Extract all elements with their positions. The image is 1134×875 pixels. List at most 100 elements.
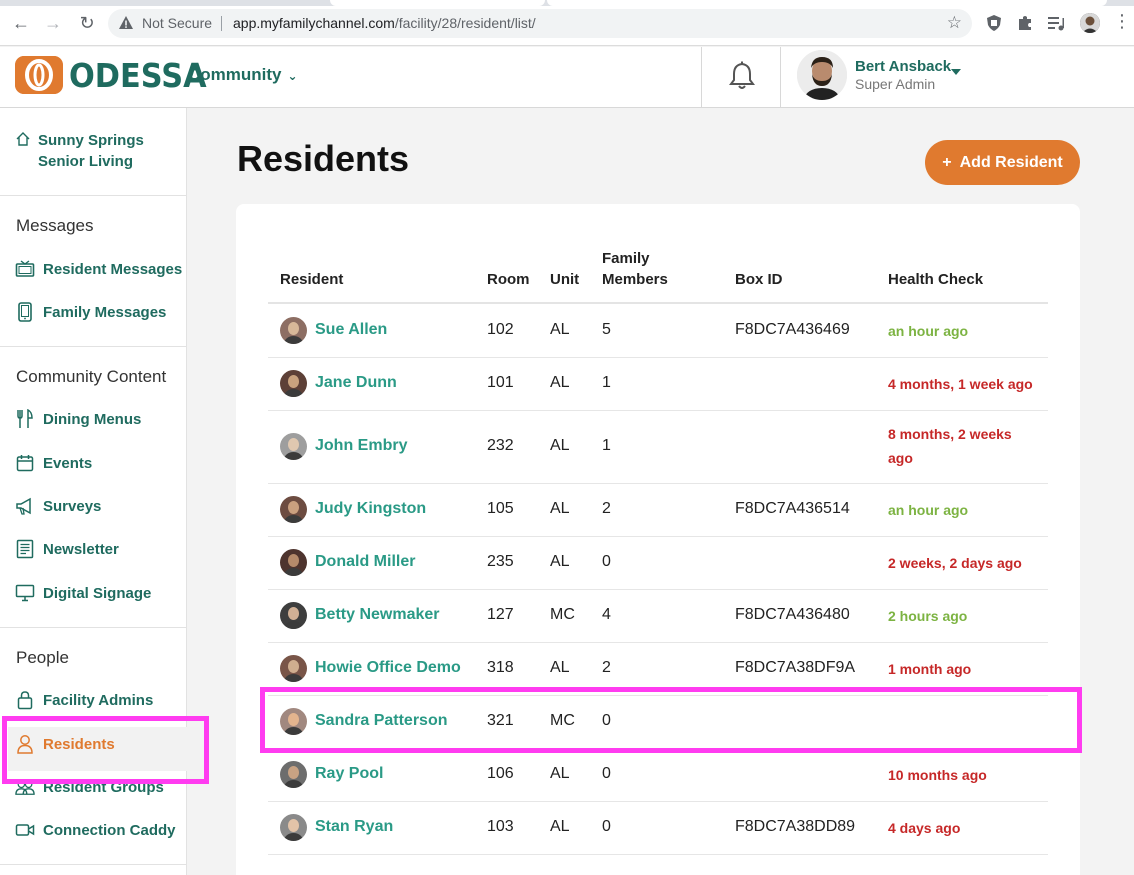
utensils-icon xyxy=(15,409,35,429)
row-divider xyxy=(268,536,1048,537)
url-text: app.myfamilychannel.com/facility/28/resi… xyxy=(233,15,536,31)
row-divider xyxy=(268,854,1048,855)
room-cell: 102 xyxy=(487,320,514,338)
forward-icon[interactable]: → xyxy=(42,12,64,34)
health-check-status: 10 months ago xyxy=(888,766,987,783)
resident-name-link[interactable]: Betty Newmaker xyxy=(315,606,440,624)
resident-avatar xyxy=(280,761,307,788)
family-members-cell: 1 xyxy=(602,373,611,391)
resident-name-link[interactable]: Sue Allen xyxy=(315,321,387,339)
family-members-cell: 0 xyxy=(602,764,611,782)
unit-cell: AL xyxy=(550,658,570,676)
sidebar-item-resident-messages[interactable]: Resident Messages xyxy=(15,257,185,281)
resident-name-link[interactable]: Jane Dunn xyxy=(315,374,397,392)
column-header-box-id[interactable]: Box ID xyxy=(735,269,783,290)
home-icon xyxy=(16,132,30,146)
family-members-cell: 5 xyxy=(602,320,611,338)
reload-icon[interactable]: ↻ xyxy=(76,12,98,34)
address-bar[interactable]: Not Secure app.myfamilychannel.com/facil… xyxy=(108,9,972,38)
health-check-status: 1 month ago xyxy=(888,660,972,677)
app-header: ODESSA Community ⌄ Bert Ansback Super Adm… xyxy=(0,47,1134,108)
sidebar-item-newsletter[interactable]: Newsletter xyxy=(15,537,185,561)
row-divider xyxy=(268,357,1048,358)
browser-menu-icon[interactable]: ⋮ xyxy=(1113,11,1131,32)
box-id-cell: F8DC7A436469 xyxy=(735,320,850,338)
column-header-unit[interactable]: Unit xyxy=(550,269,579,290)
user-avatar[interactable] xyxy=(797,50,847,100)
unit-cell: AL xyxy=(550,764,570,782)
unit-cell: AL xyxy=(550,436,570,454)
family-members-cell: 1 xyxy=(602,436,611,454)
resident-avatar xyxy=(280,549,307,576)
column-header-family-members[interactable]: Family Members xyxy=(602,248,692,290)
tablet-icon xyxy=(15,302,35,322)
room-cell: 103 xyxy=(487,817,514,835)
sidebar-item-connection-caddy[interactable]: Connection Caddy xyxy=(15,818,185,842)
room-cell: 106 xyxy=(487,764,514,782)
health-check-status: 2 hours ago xyxy=(888,607,968,624)
unit-cell: AL xyxy=(550,320,570,338)
resident-avatar xyxy=(280,814,307,841)
megaphone-icon xyxy=(15,496,35,516)
tab-strip xyxy=(0,0,1134,6)
row-divider xyxy=(268,483,1048,484)
resident-name-link[interactable]: Ray Pool xyxy=(315,765,383,783)
family-members-cell: 4 xyxy=(602,605,611,623)
back-icon[interactable]: ← xyxy=(10,12,32,34)
resident-avatar xyxy=(280,655,307,682)
warning-icon xyxy=(119,16,133,29)
video-icon xyxy=(15,820,35,840)
shield-extension-icon[interactable] xyxy=(984,13,1004,33)
resident-name-link[interactable]: Stan Ryan xyxy=(315,818,393,836)
puzzle-extension-icon[interactable] xyxy=(1015,13,1035,33)
logo-text: ODESSA xyxy=(69,55,207,95)
row-divider xyxy=(268,642,1048,643)
family-members-cell: 2 xyxy=(602,499,611,517)
sidebar-item-dining-menus[interactable]: Dining Menus xyxy=(15,407,185,431)
row-divider xyxy=(268,589,1048,590)
table-header-divider xyxy=(268,302,1048,304)
unit-cell: AL xyxy=(550,817,570,835)
browser-profile-avatar[interactable] xyxy=(1080,13,1100,33)
row-divider xyxy=(268,410,1048,411)
room-cell: 101 xyxy=(487,373,514,391)
user-role: Super Admin xyxy=(855,76,936,92)
resident-name-link[interactable]: Howie Office Demo xyxy=(315,659,461,677)
room-cell: 127 xyxy=(487,605,514,623)
plus-icon: + xyxy=(942,153,952,171)
sidebar-item-facility-admins[interactable]: Facility Admins xyxy=(15,688,185,712)
bell-icon xyxy=(729,61,755,89)
sidebar-item-digital-signage[interactable]: Digital Signage xyxy=(15,581,185,605)
calendar-icon xyxy=(15,453,35,473)
resident-name-link[interactable]: Judy Kingston xyxy=(315,500,426,518)
chevron-down-icon: ⌄ xyxy=(287,69,298,83)
resident-name-link[interactable]: John Embry xyxy=(315,437,407,455)
room-cell: 232 xyxy=(487,436,514,454)
logo-mark-icon xyxy=(15,56,63,94)
user-menu-caret-icon[interactable] xyxy=(951,69,961,75)
box-id-cell: F8DC7A38DD89 xyxy=(735,817,856,835)
family-members-cell: 0 xyxy=(602,552,611,570)
sidebar-item-events[interactable]: Events xyxy=(15,451,185,475)
column-header-resident[interactable]: Resident xyxy=(280,269,343,290)
column-header-room[interactable]: Room xyxy=(487,269,530,290)
room-cell: 105 xyxy=(487,499,514,517)
health-check-status: an hour ago xyxy=(888,501,969,518)
notifications-button[interactable] xyxy=(701,47,781,107)
box-id-cell: F8DC7A436514 xyxy=(735,499,850,517)
column-header-health-check[interactable]: Health Check xyxy=(888,269,983,290)
monitor-icon xyxy=(15,583,35,603)
media-queue-icon[interactable] xyxy=(1046,13,1066,33)
sidebar-item-surveys[interactable]: Surveys xyxy=(15,494,185,518)
user-name[interactable]: Bert Ansback xyxy=(855,58,951,75)
community-dropdown[interactable]: Community ⌄ xyxy=(188,65,298,85)
health-check-status: an hour ago xyxy=(888,322,969,339)
unit-cell: MC xyxy=(550,605,575,623)
bookmark-star-icon[interactable]: ☆ xyxy=(947,13,962,33)
sidebar-item-family-messages[interactable]: Family Messages xyxy=(15,300,185,324)
resident-name-link[interactable]: Donald Miller xyxy=(315,553,415,571)
section-title-messages: Messages xyxy=(16,216,94,235)
box-id-cell: F8DC7A436480 xyxy=(735,605,850,623)
add-resident-button[interactable]: + Add Resident xyxy=(925,140,1080,185)
resident-avatar xyxy=(280,602,307,629)
